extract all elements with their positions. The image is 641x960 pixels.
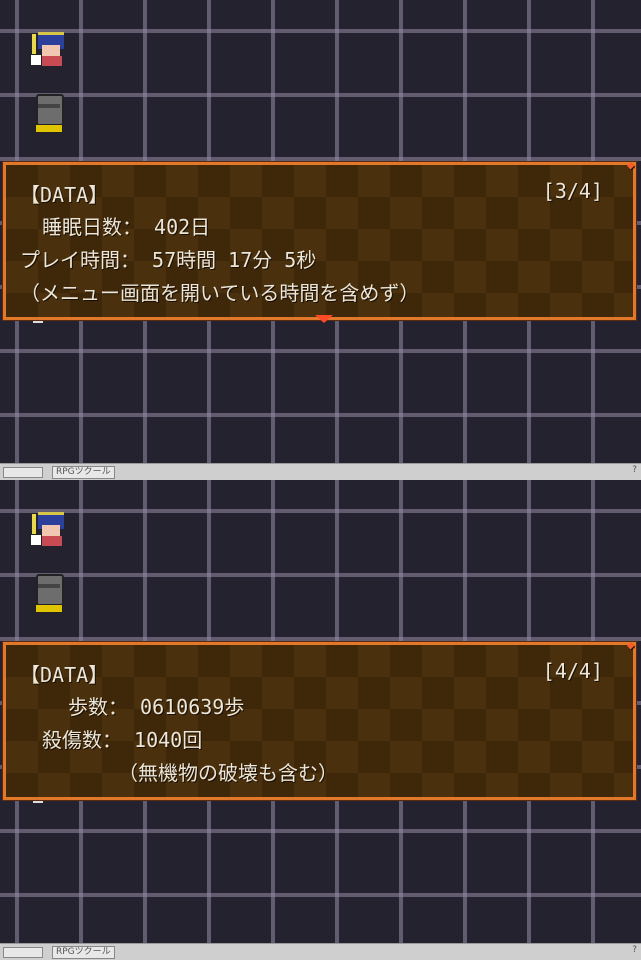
page-indicator: [3/4] — [542, 179, 603, 203]
dialog-title: 【DATA】 — [20, 183, 109, 207]
note-line: （メニュー画面を開いている時間を含めず） — [20, 281, 420, 305]
steps-line: 歩数： 0610639歩 — [68, 695, 245, 719]
note-line: （無機物の破壊も含む） — [118, 761, 338, 785]
dialog-title: 【DATA】 — [20, 663, 109, 687]
status-field — [3, 947, 43, 958]
hero-sprite — [30, 512, 66, 546]
message-window[interactable]: ◆ 【DATA】 [4/4] 歩数： 0610639歩 殺傷数： 1040回 （… — [3, 638, 636, 800]
play-time-line: プレイ時間： 57時間 17分 5秒 — [20, 248, 317, 272]
status-bar: RPGツクール ? — [0, 943, 641, 960]
kills-line: 殺傷数： 1040回 — [42, 728, 203, 752]
corner-mark-icon: ◆ — [627, 638, 635, 652]
app-label: RPGツクール — [52, 466, 115, 479]
status-field — [3, 467, 43, 478]
next-page-caret-icon[interactable] — [315, 315, 333, 323]
app-label: RPGツクール — [52, 946, 115, 959]
cursor-mark — [33, 801, 43, 803]
corner-mark-icon: ◆ — [627, 158, 635, 172]
help-icon[interactable]: ? — [632, 945, 637, 955]
barrel-sprite — [33, 574, 65, 613]
game-screen-2: ◆ 【DATA】 [4/4] 歩数： 0610639歩 殺傷数： 1040回 （… — [0, 480, 641, 960]
page-indicator: [4/4] — [542, 659, 603, 683]
status-bar: RPGツクール ? — [0, 463, 641, 480]
message-window[interactable]: ◆ 【DATA】 [3/4] 睡眠日数： 402日 プレイ時間： 57時間 17… — [3, 158, 636, 323]
help-icon[interactable]: ? — [632, 465, 637, 475]
hero-sprite — [30, 32, 66, 66]
barrel-sprite — [33, 94, 65, 133]
game-screen-1: ◆ 【DATA】 [3/4] 睡眠日数： 402日 プレイ時間： 57時間 17… — [0, 0, 641, 480]
sleep-days-line: 睡眠日数： 402日 — [42, 215, 211, 239]
cursor-mark — [33, 321, 43, 323]
